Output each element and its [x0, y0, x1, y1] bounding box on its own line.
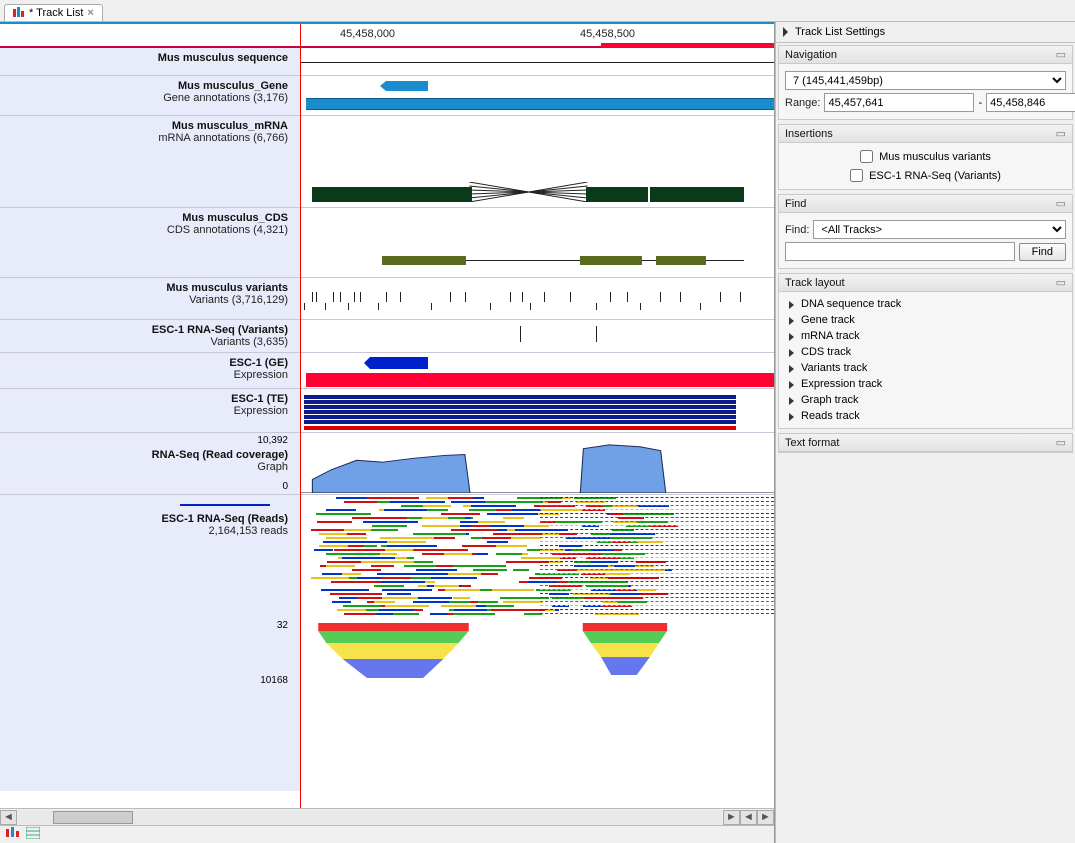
- range-to-input[interactable]: [986, 93, 1075, 112]
- read-icon: [180, 504, 270, 506]
- collapse-icon[interactable]: ▭: [1056, 197, 1066, 210]
- track-label[interactable]: Mus musculus variants Variants (3,716,12…: [0, 278, 300, 320]
- layout-item[interactable]: Expression track: [785, 376, 1066, 392]
- layout-item[interactable]: Gene track: [785, 312, 1066, 328]
- collapse-icon[interactable]: ▭: [1056, 48, 1066, 61]
- tracklist-small-icon[interactable]: [6, 827, 20, 842]
- side-panel: Track List Settings Navigation ▭ 7 (145,…: [775, 22, 1075, 843]
- tab-bar: * Track List ×: [0, 0, 1075, 22]
- panel-header[interactable]: Text format ▭: [779, 434, 1072, 452]
- track-sequence[interactable]: [300, 48, 774, 76]
- track-reads[interactable]: [300, 495, 774, 791]
- tab-label: * Track List: [29, 7, 83, 19]
- layout-item[interactable]: DNA sequence track: [785, 296, 1066, 312]
- table-icon[interactable]: [26, 827, 40, 842]
- find-scope-select[interactable]: <All Tracks>: [813, 220, 1066, 239]
- panel-header[interactable]: Insertions ▭: [779, 125, 1072, 143]
- horizontal-scrollbar[interactable]: ◄ ► ◄ ►: [0, 808, 774, 825]
- track-label[interactable]: ESC-1 RNA-Seq (Variants) Variants (3,635…: [0, 320, 300, 353]
- chromosome-select[interactable]: 7 (145,441,459bp): [785, 71, 1066, 90]
- panel-navigation: Navigation ▭ 7 (145,441,459bp) Range: -: [778, 45, 1073, 120]
- panel-header[interactable]: Track layout ▭: [779, 274, 1072, 292]
- track-label[interactable]: Mus musculus_Gene Gene annotations (3,17…: [0, 76, 300, 116]
- track-te-expression[interactable]: [300, 389, 774, 433]
- panel-insertions: Insertions ▭ Mus musculus variants ESC-1…: [778, 124, 1073, 190]
- expand-icon[interactable]: ▭: [1056, 436, 1066, 449]
- track-label[interactable]: ESC-1 RNA-Seq (Reads) 2,164,153 reads 32…: [0, 495, 300, 791]
- range-from-input[interactable]: [824, 93, 974, 112]
- close-icon[interactable]: ×: [87, 7, 93, 19]
- collapse-icon[interactable]: ▭: [1056, 127, 1066, 140]
- panel-find: Find ▭ Find: <All Tracks> Find: [778, 194, 1073, 269]
- panel-track-layout: Track layout ▭ DNA sequence trackGene tr…: [778, 273, 1073, 429]
- ruler-tick: 45,458,500: [580, 28, 635, 40]
- tab-track-list[interactable]: * Track List ×: [4, 4, 103, 21]
- track-coverage[interactable]: [300, 433, 774, 495]
- track-gene[interactable]: [300, 76, 774, 116]
- gene-bar: [306, 98, 774, 110]
- ruler-tick: 45,458,000: [340, 28, 395, 40]
- panel-header[interactable]: Find ▭: [779, 195, 1072, 213]
- scroll-left-icon[interactable]: ◄: [0, 810, 17, 825]
- track-variants[interactable]: [300, 278, 774, 320]
- layout-item[interactable]: Reads track: [785, 408, 1066, 424]
- track-label[interactable]: Mus musculus_mRNA mRNA annotations (6,76…: [0, 116, 300, 208]
- layout-item[interactable]: CDS track: [785, 344, 1066, 360]
- track-label[interactable]: Mus musculus sequence: [0, 48, 300, 76]
- track-ge-expression[interactable]: [300, 353, 774, 389]
- viewer-toolbar: [0, 825, 774, 843]
- checkbox-mus-variants[interactable]: [860, 150, 873, 163]
- tracklist-icon: [13, 7, 25, 19]
- find-button[interactable]: Find: [1019, 243, 1066, 261]
- panel-text-format: Text format ▭: [778, 433, 1073, 453]
- gene-arrow-icon: [386, 81, 428, 91]
- track-mrna[interactable]: [300, 116, 774, 208]
- track-label[interactable]: ESC-1 (GE) Expression: [0, 353, 300, 389]
- track-esc-variants[interactable]: [300, 320, 774, 353]
- track-cds[interactable]: [300, 208, 774, 278]
- ruler[interactable]: 45,458,000 45,458,500: [0, 24, 774, 48]
- expression-bar: [306, 373, 774, 387]
- track-label[interactable]: Mus musculus_CDS CDS annotations (4,321): [0, 208, 300, 278]
- track-label[interactable]: ESC-1 (TE) Expression: [0, 389, 300, 433]
- chevron-right-icon[interactable]: [782, 27, 789, 37]
- find-input[interactable]: [785, 242, 1015, 261]
- collapse-icon[interactable]: ▭: [1056, 276, 1066, 289]
- layout-item[interactable]: Variants track: [785, 360, 1066, 376]
- side-header: Track List Settings: [776, 22, 1075, 43]
- checkbox-esc-variants[interactable]: [850, 169, 863, 182]
- track-viewer: 45,458,000 45,458,500 Mus musculus seque…: [0, 22, 775, 843]
- layout-item[interactable]: mRNA track: [785, 328, 1066, 344]
- scroll-thumb[interactable]: [53, 811, 133, 824]
- scroll-left-step-icon[interactable]: ◄: [740, 810, 757, 825]
- scroll-right-icon[interactable]: ►: [723, 810, 740, 825]
- expression-arrow-icon: [370, 357, 428, 369]
- position-line: [300, 24, 301, 808]
- layout-item[interactable]: Graph track: [785, 392, 1066, 408]
- scroll-right-step-icon[interactable]: ►: [757, 810, 774, 825]
- track-label[interactable]: 10,392 RNA-Seq (Read coverage) Graph 0: [0, 433, 300, 495]
- panel-header[interactable]: Navigation ▭: [779, 46, 1072, 64]
